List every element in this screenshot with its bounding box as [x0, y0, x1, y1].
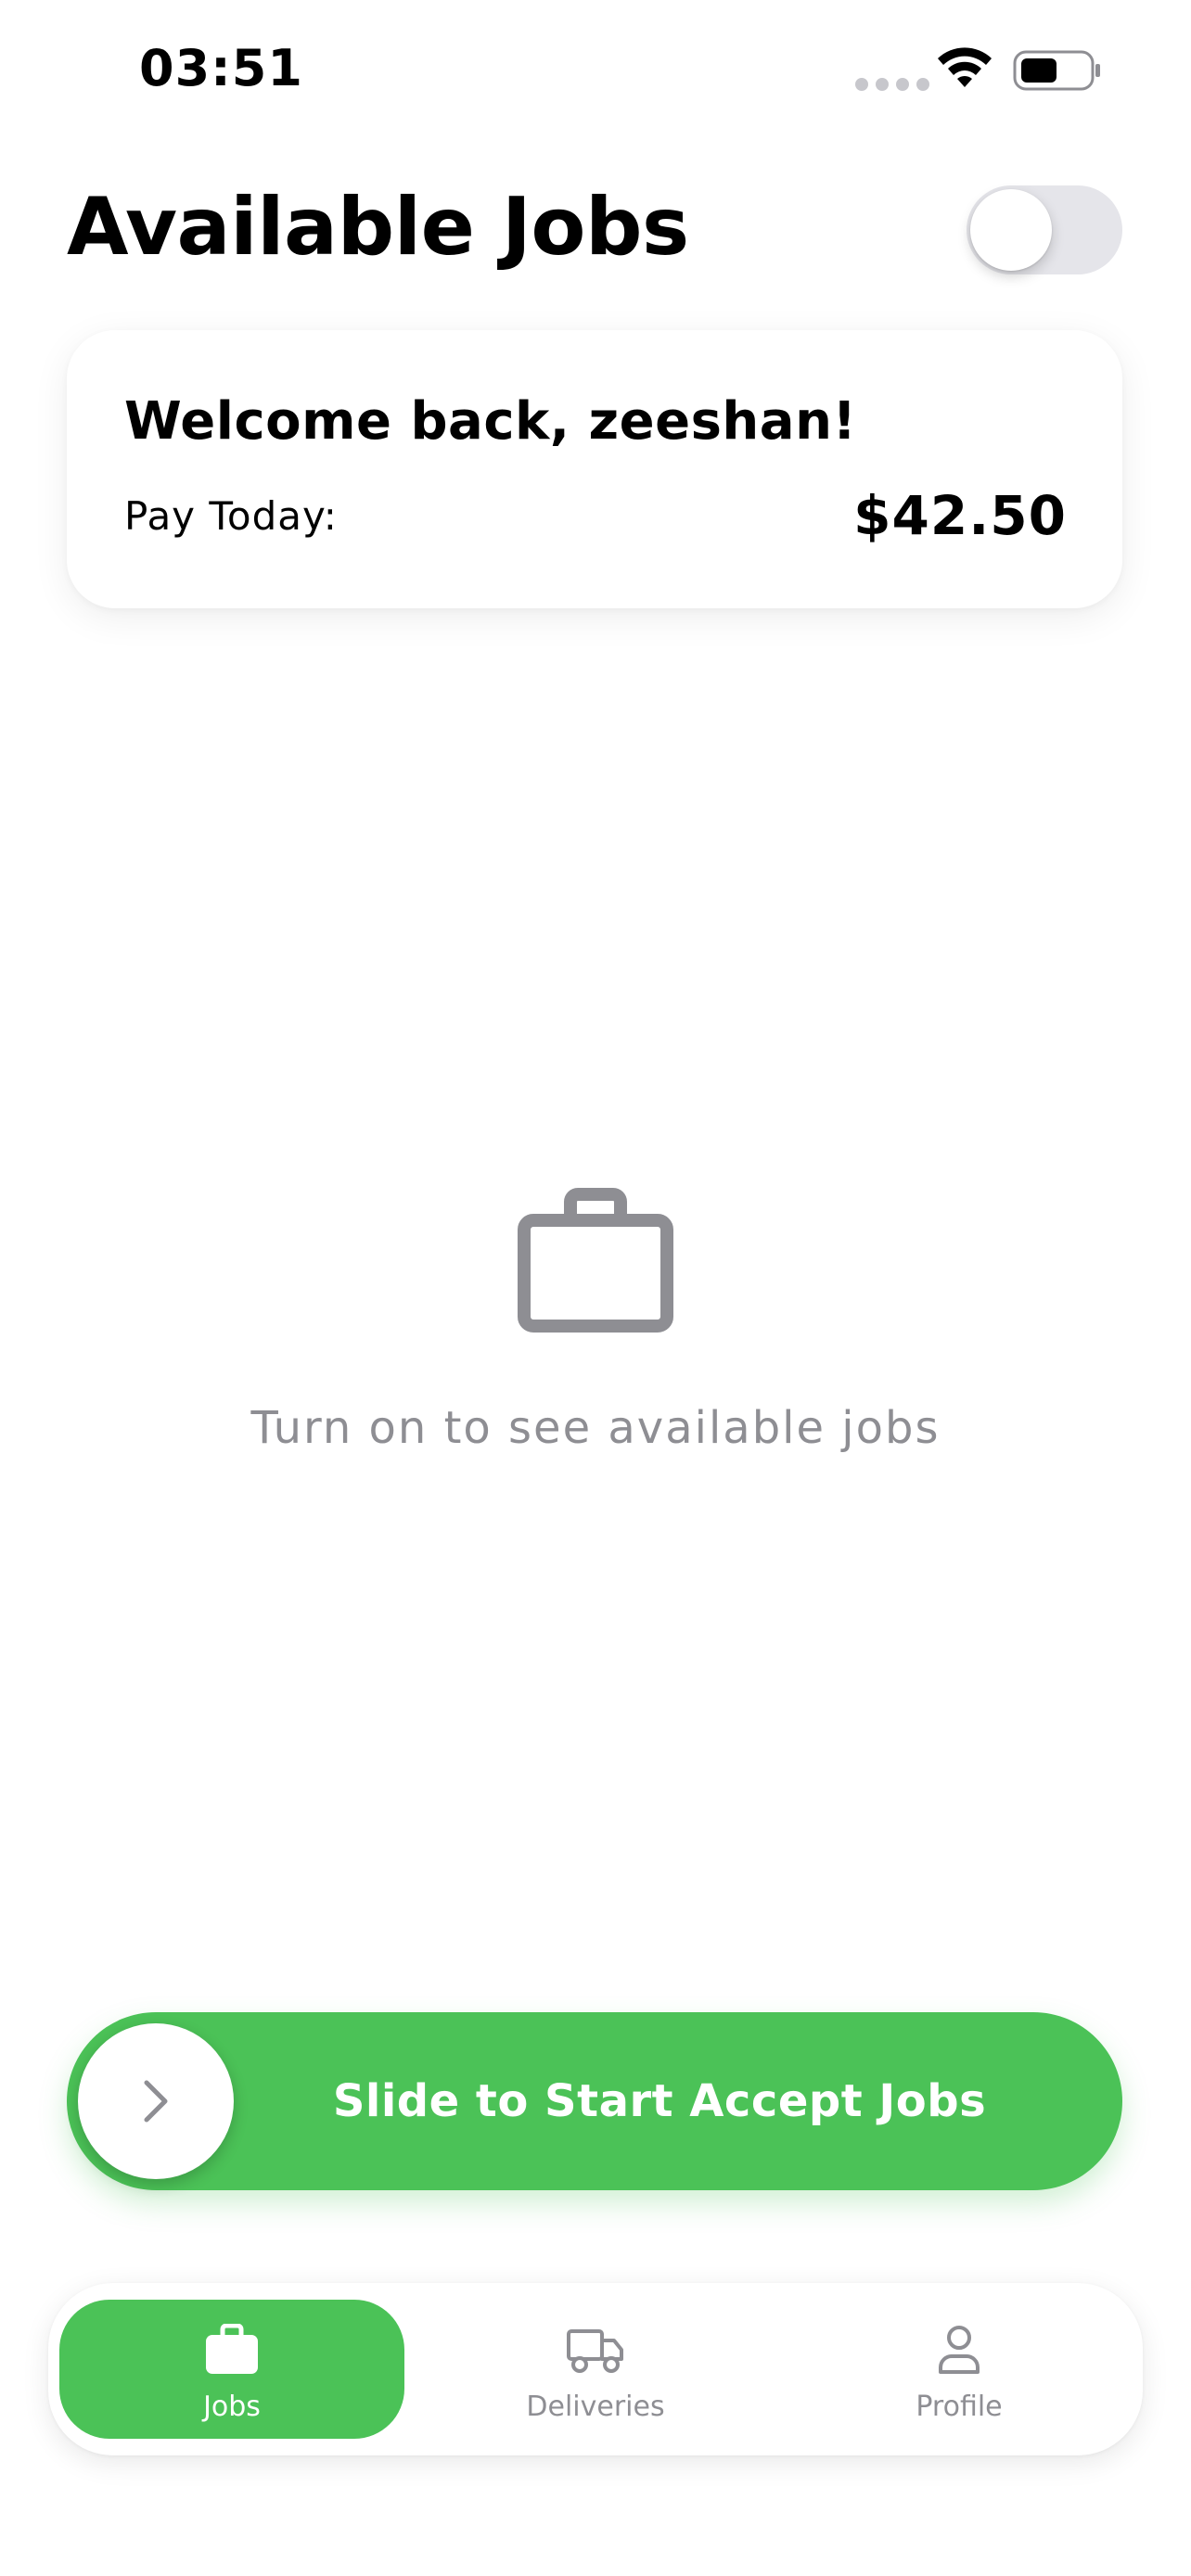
tab-jobs[interactable]: Jobs — [59, 2300, 404, 2439]
pay-today-label: Pay Today: — [124, 493, 338, 539]
tab-label: Profile — [916, 2391, 1003, 2423]
slide-label: Slide to Start Accept Jobs — [332, 2075, 987, 2127]
toggle-knob — [970, 189, 1052, 271]
wifi-icon — [938, 47, 992, 87]
status-bar: 03:51 — [0, 0, 1191, 139]
truck-icon — [567, 2329, 623, 2373]
slide-handle[interactable] — [78, 2023, 234, 2179]
tab-label: Jobs — [203, 2391, 261, 2423]
chevron-right-icon — [144, 2080, 168, 2123]
pay-today-value: $42.50 — [853, 484, 1067, 547]
welcome-card: Welcome back, zeeshan! Pay Today: $42.50 — [67, 330, 1122, 608]
signal-dots-icon — [855, 78, 929, 91]
tab-bar: Jobs Deliveries Profile — [48, 2283, 1143, 2455]
battery-icon — [1013, 50, 1100, 91]
tab-deliveries[interactable]: Deliveries — [423, 2300, 768, 2439]
tab-label: Deliveries — [526, 2391, 665, 2423]
person-icon — [939, 2326, 980, 2374]
status-time: 03:51 — [139, 39, 303, 97]
slide-to-accept-button[interactable]: Slide to Start Accept Jobs — [67, 2012, 1122, 2190]
briefcase-icon — [206, 2324, 258, 2374]
tab-profile[interactable]: Profile — [787, 2300, 1132, 2439]
page-title: Available Jobs — [67, 181, 689, 274]
empty-state-message: Turn on to see available jobs — [250, 1402, 941, 1454]
empty-state: Turn on to see available jobs — [0, 1187, 1191, 1454]
welcome-greeting: Welcome back, zeeshan! — [124, 391, 857, 452]
online-toggle[interactable] — [967, 185, 1122, 274]
briefcase-icon — [518, 1188, 673, 1333]
